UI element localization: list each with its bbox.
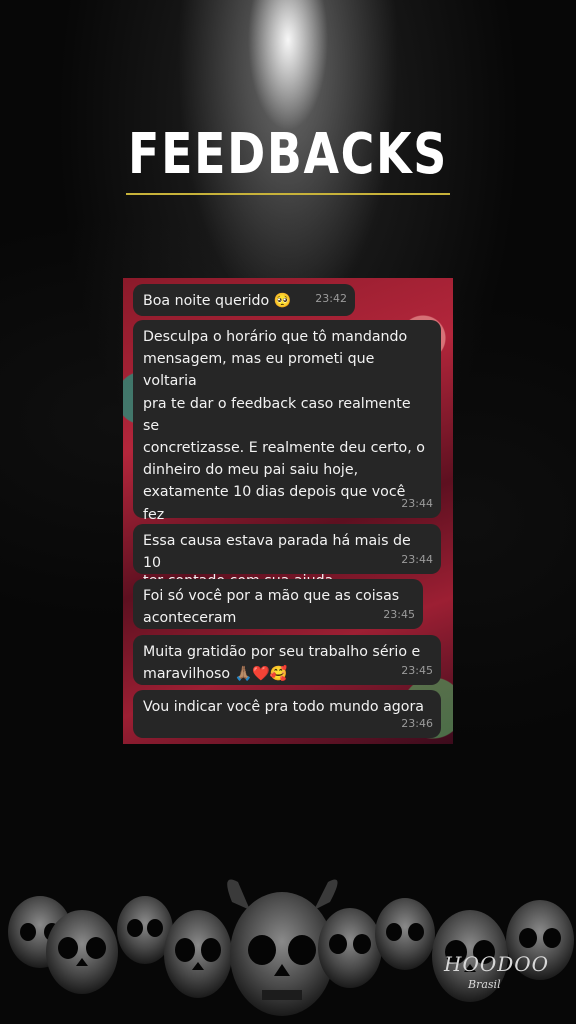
skull-icon <box>164 910 232 998</box>
message-time: 23:44 <box>401 552 433 566</box>
message-bubble: Muita gratidão por seu trabalho sério e … <box>133 635 441 685</box>
message-bubble: Boa noite querido 🥺 23:42 <box>133 284 355 316</box>
message-bubble: Foi só você por a mão que as coisas acon… <box>133 579 423 629</box>
message-bubble: Vou indicar você pra todo mundo agora 23… <box>133 690 441 738</box>
skull-icon <box>46 910 118 994</box>
message-text: Vou indicar você pra todo mundo agora <box>143 699 425 715</box>
brand-signature: HOODOO Brasil <box>440 952 548 1002</box>
skull-icon <box>375 898 435 970</box>
message-time: 23:42 <box>315 291 347 305</box>
message-bubble: Desculpa o horário que tô mandando mensa… <box>133 320 441 589</box>
message-time: 23:46 <box>401 716 433 730</box>
message-text: Foi só você por a mão que as coisas acon… <box>143 588 400 627</box>
skull-icon <box>318 908 382 988</box>
chat-screenshot: Boa noite querido 🥺 23:42 Desculpa o hor… <box>123 278 453 744</box>
message-time: 23:44 <box>401 496 433 510</box>
message-bubble: Essa causa estava parada há mais de 10 a… <box>133 524 441 593</box>
page-title: FEEDBACKS <box>128 122 448 187</box>
message-text: Muita gratidão por seu trabalho sério e … <box>143 644 421 683</box>
signature-sub: Brasil <box>468 978 501 991</box>
message-time: 23:45 <box>401 663 433 677</box>
signature-main: HOODOO <box>444 952 550 976</box>
title-underline <box>126 193 450 195</box>
message-time: 23:45 <box>383 607 415 621</box>
